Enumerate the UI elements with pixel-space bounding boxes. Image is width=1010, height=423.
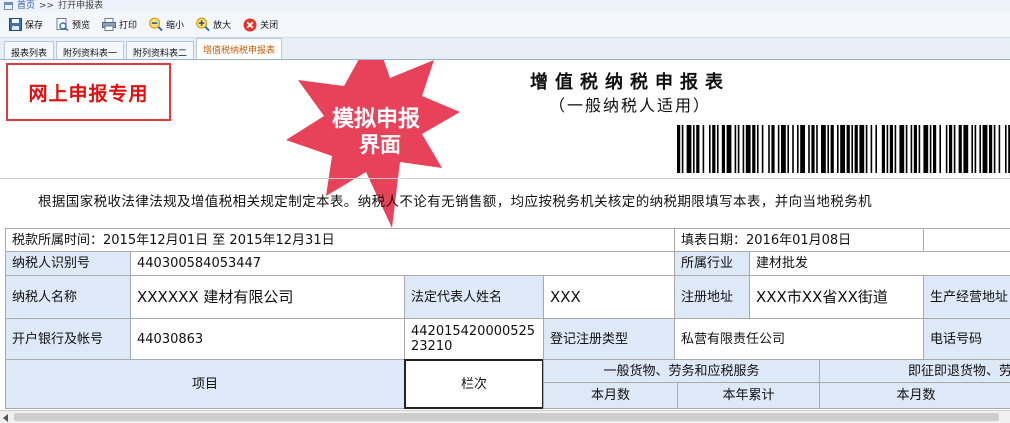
industry-value: 建材批发 [749,251,1010,276]
zoom-out-icon [149,17,163,32]
save-icon [8,18,22,32]
preview-icon [55,18,69,32]
reg-type-label: 登记注册类型 [543,318,675,360]
breadcrumb-current: 打开申报表 [58,1,104,11]
reg-address-value: XXX市XX省XX街道 [749,275,924,319]
tax-period: 税款所属时间：2015年12月01日 至 2015年12月31日 [5,228,675,252]
zoom-out-label: 缩小 [166,21,185,31]
printer-icon [102,18,117,32]
zoom-in-label: 放大 [213,21,232,31]
zoom-in-icon [196,17,210,32]
col-item-header: 项目 [5,359,405,409]
reg-address-label: 注册地址 [674,275,750,319]
breadcrumb-separator: >> [39,1,55,11]
taxpayer-name-label: 纳税人名称 [5,275,131,319]
taxpayer-id-value: 440300584053447 [130,251,675,276]
save-button[interactable]: 保存 [4,16,47,34]
tab-report-list[interactable]: 报表列表 [4,41,55,59]
print-button[interactable]: 打印 [98,16,141,34]
home-icon[interactable] [4,2,13,10]
fill-date: 填表日期：2016年01月08日 [674,228,924,252]
preview-button[interactable]: 预览 [51,16,94,34]
header-divider [0,178,1010,179]
horizontal-scrollbar[interactable] [0,410,1010,423]
callout-line-1: 模拟申报 [332,107,420,132]
form-title: 增值税纳税申报表 [530,72,730,93]
taxpayer-id-label: 纳税人识别号 [5,251,131,276]
taxpayer-name-value: XXXXXX 建材有限公司 [130,275,405,319]
form-instructions: 根据国家税收法律法规及增值税相关规定制定本表。纳税人不论有无销售额，均应按税务机… [38,194,872,210]
print-label: 打印 [119,21,138,31]
col-month-header: 本月数 [543,382,678,409]
preview-label: 预览 [72,21,91,31]
reg-type-value: 私营有限责任公司 [674,318,924,360]
tab-vat-return[interactable]: 增值税纳税申报表 [196,38,283,59]
col-year-header: 本年累计 [677,382,820,409]
tab-attachment-1[interactable]: 附列资料表一 [56,41,125,59]
biz-address-label: 生产经营地址 [923,275,1010,319]
online-filing-stamp: 网上申报专用 [6,63,171,121]
industry-label: 所属行业 [674,251,750,276]
toolbar: 保存 预览 打印 缩小 放大 关闭 [0,12,1010,38]
col-general-header: 一般货物、劳务和应税服务 [543,359,820,383]
vat-return-form: 网上申报专用 增值税纳税申报表 （一般纳税人适用） 模拟申报 界面 根据国家税收… [0,60,1010,410]
callout-line-2: 界面 [359,133,401,157]
scroll-thumb[interactable] [14,413,999,421]
legal-rep-label: 法定代表人姓名 [404,275,544,319]
tab-attachment-2[interactable]: 附列资料表二 [126,41,195,59]
barcode [677,125,1010,173]
account-number: 44201542000052523210 [404,318,544,360]
col-line-header: 栏次 [404,359,544,409]
close-button[interactable]: 关闭 [239,16,282,34]
breadcrumb: 首页 >> 打开申报表 [0,0,1010,12]
fill-date-extra [923,228,1010,252]
col-refund-header: 即征即退货物、劳 [819,359,1010,383]
phone-label: 电话号码 [923,318,1010,360]
bank-value: 44030863 [130,318,405,360]
col-month2-header: 本月数 [819,382,1010,409]
scroll-left-icon[interactable] [3,414,8,422]
zoom-out-button[interactable]: 缩小 [145,16,188,34]
tab-bar: 报表列表 附列资料表一 附列资料表二 增值税纳税申报表 [0,38,1010,60]
close-icon [243,18,257,32]
save-label: 保存 [25,21,44,31]
breadcrumb-home[interactable]: 首页 [17,1,35,11]
close-label: 关闭 [260,21,279,31]
zoom-in-button[interactable]: 放大 [192,16,235,34]
bank-label: 开户银行及帐号 [5,318,131,360]
legal-rep-value: XXX [543,275,675,319]
form-subtitle: （一般纳税人适用） [548,96,711,115]
